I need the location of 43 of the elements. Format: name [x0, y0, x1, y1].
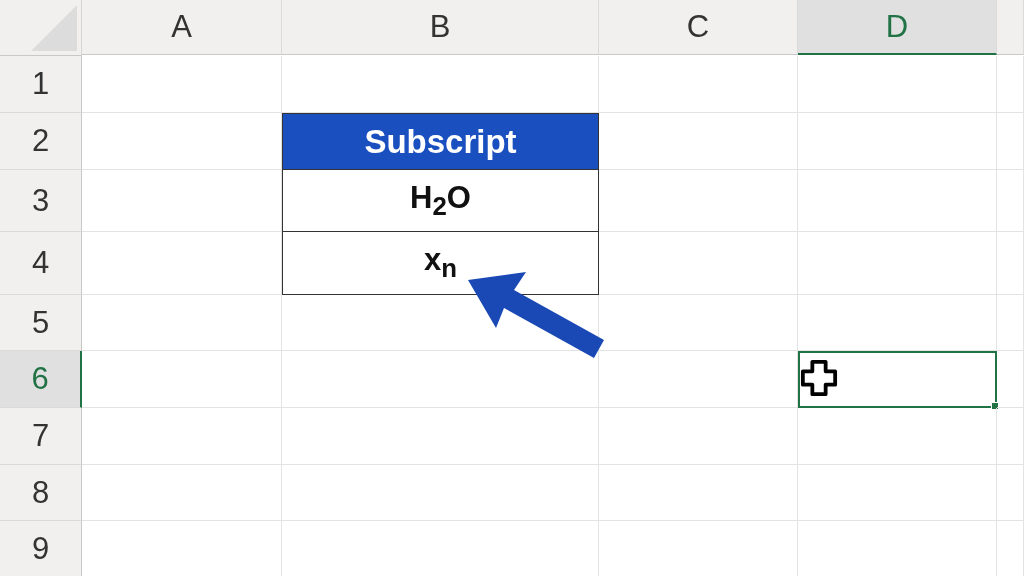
empty-cell[interactable] [997, 408, 1024, 465]
column-header[interactable]: D [798, 0, 997, 55]
empty-cell[interactable] [997, 465, 1024, 521]
fill-handle[interactable] [991, 402, 999, 410]
row-header[interactable]: 3 [0, 170, 82, 232]
empty-cell[interactable] [599, 56, 798, 113]
empty-cell[interactable] [997, 170, 1024, 232]
empty-cell[interactable] [798, 465, 997, 521]
table-cell-text: x$_{n}$ [424, 242, 457, 284]
empty-cell[interactable] [798, 113, 997, 170]
empty-cell[interactable] [599, 232, 798, 295]
empty-cell[interactable] [798, 170, 997, 232]
row-header[interactable]: 1 [0, 56, 82, 113]
empty-cell[interactable] [798, 295, 997, 351]
empty-cell[interactable] [997, 351, 1024, 408]
column-header[interactable]: C [599, 0, 798, 55]
empty-cell[interactable] [282, 350, 599, 408]
column-header[interactable] [997, 0, 1024, 55]
plus-cursor-icon [800, 359, 838, 397]
column-header[interactable]: A [82, 0, 282, 55]
empty-cell[interactable] [798, 408, 997, 465]
row-header[interactable]: 9 [0, 521, 82, 576]
empty-cell[interactable] [997, 113, 1024, 170]
column-header[interactable]: B [282, 0, 599, 55]
empty-cell[interactable] [798, 232, 997, 295]
table-cell-text: H$_{2}$O [410, 179, 471, 222]
row-header[interactable]: 7 [0, 408, 82, 465]
row-header[interactable]: 6 [0, 351, 82, 408]
row-header[interactable]: 4 [0, 232, 82, 295]
active-cell[interactable] [798, 351, 997, 408]
empty-cell[interactable] [282, 408, 599, 465]
empty-cell[interactable] [599, 465, 798, 521]
empty-cell[interactable] [997, 295, 1024, 351]
empty-cell[interactable] [599, 170, 798, 232]
empty-cell[interactable] [282, 465, 599, 521]
empty-cell[interactable] [997, 232, 1024, 295]
row-header[interactable]: 8 [0, 465, 82, 521]
table-header-cell: Subscript [282, 113, 599, 170]
row-header[interactable]: 5 [0, 295, 82, 351]
empty-cell[interactable] [599, 408, 798, 465]
row-header[interactable]: 2 [0, 113, 82, 170]
empty-cell[interactable] [599, 351, 798, 408]
empty-cell[interactable] [798, 56, 997, 113]
